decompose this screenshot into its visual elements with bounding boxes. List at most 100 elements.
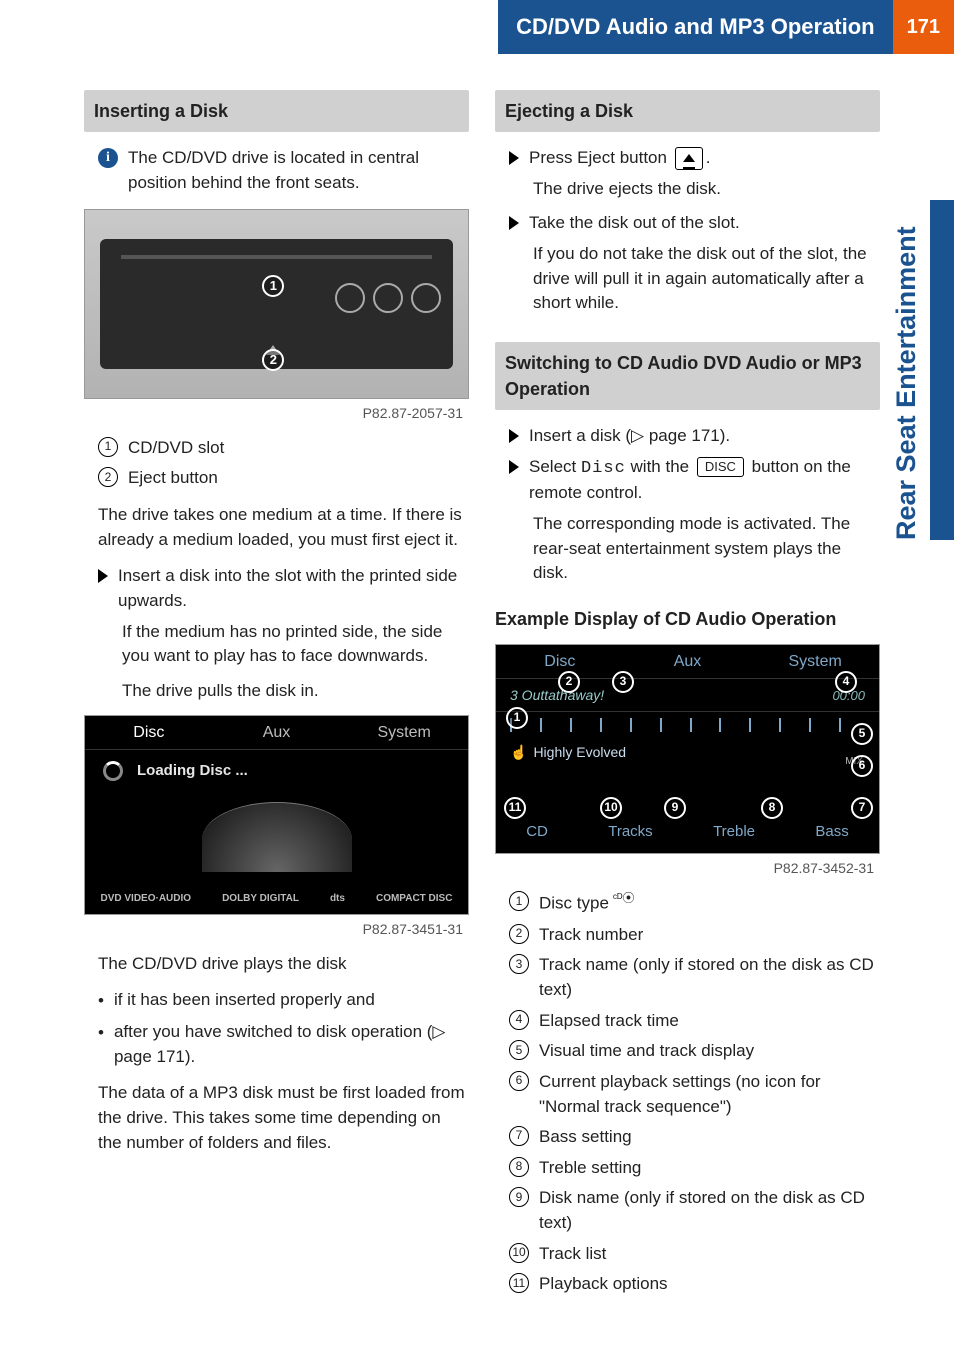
- fig-callout: 9: [664, 797, 686, 819]
- step-sub: If the medium has no printed side, the s…: [122, 620, 469, 669]
- fig-callout: 7: [851, 797, 873, 819]
- bullet-icon: •: [98, 989, 104, 1014]
- step-text: Select Disc with the DISC button on the …: [529, 455, 880, 506]
- info-icon: i: [98, 148, 118, 168]
- callout-num: 2: [509, 924, 529, 944]
- left-column: Inserting a Disk i The CD/DVD drive is l…: [84, 90, 469, 1309]
- figure-1-callout-list: 1CD/DVD slot 2Eject button: [98, 436, 469, 491]
- callout-num: 11: [509, 1273, 529, 1293]
- step-arrow-icon: [509, 216, 519, 230]
- bottom-bass: Bass: [815, 821, 848, 843]
- fig-callout: 3: [612, 671, 634, 693]
- callout-text: Eject button: [128, 466, 218, 491]
- bullet-icon: •: [98, 1021, 104, 1069]
- callout-num: 5: [509, 1040, 529, 1060]
- callout-num: 1: [509, 891, 529, 911]
- step-insert-disk: Insert a disk into the slot with the pri…: [98, 564, 469, 613]
- paragraph: The data of a MP3 disk must be first loa…: [98, 1081, 469, 1155]
- side-tab: Rear Seat Entertainment: [894, 200, 954, 540]
- menu-disc: Disc: [85, 716, 213, 749]
- thumb-icon: ☝: [510, 744, 527, 760]
- fig-callout: 11: [504, 797, 526, 819]
- bottom-cd: CD: [526, 821, 548, 843]
- section-inserting-heading: Inserting a Disk: [84, 90, 469, 132]
- menu-system: System: [340, 716, 468, 749]
- bullet-text: if it has been inserted properly and: [114, 988, 375, 1014]
- figure-2-label: P82.87-3451-31: [84, 919, 463, 939]
- disc-art-icon: [202, 802, 352, 872]
- bottom-treble: Treble: [713, 821, 755, 843]
- menu-aux: Aux: [213, 716, 341, 749]
- menu-system: System: [751, 645, 879, 678]
- fig-callout: 2: [558, 671, 580, 693]
- callout-text: Playback options: [539, 1272, 668, 1297]
- callout-num: 6: [509, 1071, 529, 1091]
- loading-row: Loading Disc ...: [85, 750, 468, 792]
- menu-aux: Aux: [624, 645, 752, 678]
- bottom-tracks: Tracks: [608, 821, 652, 843]
- disc-menu-word: Disc: [581, 459, 626, 478]
- disc-key-icon: DISC: [697, 457, 744, 477]
- logo-dts: dts: [330, 892, 345, 907]
- figure-drive-unit: 1 2: [84, 209, 469, 399]
- eject-key-icon: [675, 147, 703, 170]
- figure-callout-2: 2: [262, 349, 284, 371]
- info-text: The CD/DVD drive is located in central p…: [128, 146, 469, 195]
- figure-callout-1: 1: [262, 275, 284, 297]
- fig-callout: 5: [851, 723, 873, 745]
- bullet-text: after you have switched to disk operatio…: [114, 1020, 469, 1069]
- callout-num: 9: [509, 1187, 529, 1207]
- screen-menubar: Disc Aux System: [496, 645, 879, 679]
- logo-cd: COMPACT DISC: [376, 892, 452, 907]
- fig-callout: 10: [600, 797, 622, 819]
- side-tab-label: Rear Seat Entertainment: [887, 200, 926, 540]
- callout-text: Disc typeᶜᴰ⦿: [539, 890, 635, 916]
- spinner-icon: [103, 761, 123, 781]
- side-tab-bar: [930, 200, 954, 540]
- callout-text: Bass setting: [539, 1125, 632, 1150]
- logo-row: DVD VIDEO·AUDIO DOLBY DIGITAL dts COMPAC…: [85, 892, 468, 907]
- menu-disc: Disc: [496, 645, 624, 678]
- callout-text: Treble setting: [539, 1156, 641, 1181]
- step-insert: Insert a disk (▷ page 171).: [509, 424, 880, 449]
- callout-text: Disk name (only if stored on the disk as…: [539, 1186, 880, 1235]
- fig-callout: 8: [761, 797, 783, 819]
- drive-buttons: [335, 283, 441, 313]
- step-arrow-icon: [509, 151, 519, 165]
- figure-3-label: P82.87-3452-31: [495, 858, 874, 878]
- fig-callout: 1: [506, 707, 528, 729]
- callout-text: Track name (only if stored on the disk a…: [539, 953, 880, 1002]
- section-example-heading: Example Display of CD Audio Operation: [495, 606, 880, 632]
- track-ticks: [510, 718, 865, 732]
- callout-num: 2: [98, 467, 118, 487]
- step-press-eject: Press Eject button .: [509, 146, 880, 171]
- step-sub: The corresponding mode is activated. The…: [533, 512, 880, 586]
- page-header: CD/DVD Audio and MP3 Operation 171: [0, 0, 954, 54]
- logo-dvd: DVD VIDEO·AUDIO: [101, 892, 192, 907]
- callout-num: 4: [509, 1010, 529, 1030]
- bullet-list: •if it has been inserted properly and •a…: [98, 988, 469, 1069]
- step-sub: The drive pulls the disk in.: [122, 679, 469, 704]
- step-arrow-icon: [509, 429, 519, 443]
- callout-num: 10: [509, 1243, 529, 1263]
- bottom-menu: CD Tracks Treble Bass: [496, 821, 879, 843]
- callout-text: CD/DVD slot: [128, 436, 224, 461]
- album-row: ☝Highly Evolved: [496, 738, 879, 766]
- cd-small-icon: ᶜᴰ⦿: [613, 890, 635, 907]
- track-row: 3 Outtathaway!: [496, 679, 879, 712]
- section-switching-heading: Switching to CD Audio DVD Audio or MP3 O…: [495, 342, 880, 410]
- step-select-disc: Select Disc with the DISC button on the …: [509, 455, 880, 506]
- step-sub: The drive ejects the disk.: [533, 177, 880, 202]
- step-text: Press Eject button .: [529, 146, 710, 171]
- header-title: CD/DVD Audio and MP3 Operation: [498, 0, 893, 54]
- paragraph: The drive takes one medium at a time. If…: [98, 503, 469, 552]
- step-text: Insert a disk (▷ page 171).: [529, 424, 730, 449]
- screen-menubar: Disc Aux System: [85, 716, 468, 750]
- figure-loading-screen: Disc Aux System Loading Disc ... DVD VID…: [84, 715, 469, 915]
- figure-cd-display: Disc Aux System 3 Outtathaway! 00:00 ☝Hi…: [495, 644, 880, 854]
- figure-3-callout-list: 1Disc typeᶜᴰ⦿ 2Track number 3Track name …: [509, 890, 880, 1297]
- right-column: Ejecting a Disk Press Eject button . The…: [495, 90, 924, 1309]
- callout-text: Elapsed track time: [539, 1009, 679, 1034]
- step-arrow-icon: [509, 460, 519, 474]
- step-text: Insert a disk into the slot with the pri…: [118, 564, 469, 613]
